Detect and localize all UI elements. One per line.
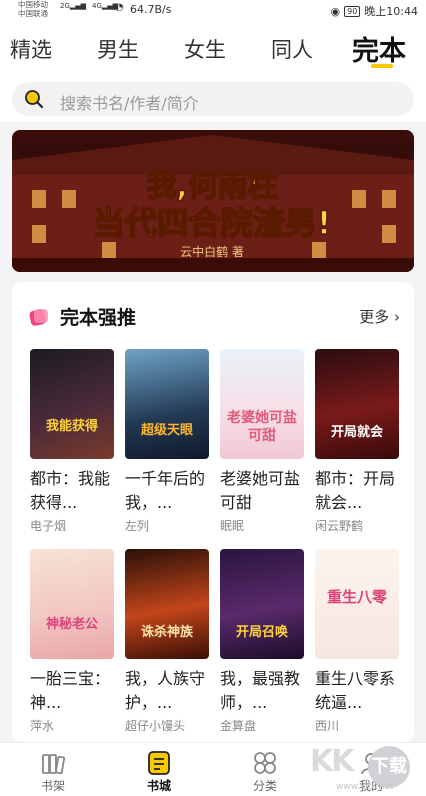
tab-completed[interactable]: 完本 <box>352 29 406 68</box>
cover-title: 超级天眼 <box>140 423 193 438</box>
book-author: 西川 <box>315 719 340 733</box>
kk-watermark: KK 下载 www.kkx.net <box>308 742 426 795</box>
battery-icon: 90 <box>344 5 361 17</box>
book-author: 左列 <box>125 519 150 533</box>
book-cover: 老婆她可盐可甜 <box>220 349 304 459</box>
book-author: 眠眠 <box>220 519 245 533</box>
cover-title: 我能获得 <box>45 419 98 434</box>
carrier-1: 中国移动 <box>18 0 48 9</box>
book-author: 电子烟 <box>30 519 67 533</box>
watermark-brand: KK <box>310 744 354 779</box>
book-author: 金算盘 <box>220 719 257 733</box>
book-title: 重生八零系统逼... <box>315 669 396 712</box>
book-title: 我，人族守护，... <box>125 669 206 712</box>
signal-2-label: 4G <box>92 2 102 10</box>
net-speed: 64.7B/s <box>130 3 172 16</box>
status-bar: 中国移动 中国联通 2G▂▄▆ 4G▂▄▆ ◔ 64.7B/s ◉ 90 晚上1… <box>0 0 426 20</box>
carrier-labels: 中国移动 中国联通 <box>18 0 48 18</box>
book-author: 超仔小馒头 <box>125 719 186 733</box>
book-author: 闲云野鹤 <box>315 519 364 533</box>
book-title: 我，最强教师，... <box>220 669 301 712</box>
search-icon <box>25 90 44 109</box>
tab-male[interactable]: 男生 <box>97 34 139 64</box>
book-title: 都市：我能获得... <box>30 469 111 512</box>
active-tab-indicator <box>371 64 393 68</box>
book-author: 萍水 <box>30 719 55 733</box>
more-label: 更多 <box>359 308 390 326</box>
wifi-icon: ◔ <box>115 2 124 13</box>
signal-icon-1: 2G▂▄▆ <box>60 2 87 10</box>
bookstore-icon <box>148 751 170 775</box>
tab-female[interactable]: 女生 <box>184 34 226 64</box>
cover-title: 神秘老公 <box>45 617 98 632</box>
cover-title: 重生八零 <box>326 588 387 606</box>
cover-title: 开局召唤 <box>235 625 288 640</box>
category-icon <box>254 752 276 774</box>
nav-category[interactable]: 分类 <box>225 743 305 796</box>
tab-featured[interactable]: 精选 <box>10 34 52 64</box>
tab-fanfic[interactable]: 同人 <box>271 34 313 64</box>
book-title: 老婆她可盐可甜 <box>220 469 301 512</box>
nav-label: 分类 <box>252 779 277 793</box>
book-cover: 我能获得 <box>30 349 114 459</box>
cover-title: 诛杀神族 <box>140 625 193 640</box>
nav-bookshelf[interactable]: 书架 <box>13 743 93 796</box>
book-cover: 开局就会 <box>315 349 399 459</box>
book-title: 一千年后的我，... <box>125 469 206 512</box>
book-title: 都市：开局就会... <box>315 469 396 512</box>
book-cover: 超级天眼 <box>125 349 209 459</box>
promo-banner[interactable]: 我,何雨柱 当代四合院渣男! 云中白鹤 著 <box>12 130 414 272</box>
bookmark-tag-icon <box>29 309 48 326</box>
carrier-2: 中国联通 <box>18 9 48 18</box>
book-cover: 重生八零 <box>315 549 399 659</box>
search-area: 搜索书名/作者/简介 <box>0 76 426 122</box>
banner-headline-1: 我,何雨柱 <box>146 169 277 204</box>
banner-author: 云中白鹤 著 <box>180 244 244 259</box>
category-tabs: 精选 男生 女生 同人 完本 <box>0 20 426 76</box>
signal-1-label: 2G <box>60 2 70 10</box>
book-cover: 神秘老公 <box>30 549 114 659</box>
banner-image: 我,何雨柱 当代四合院渣男! 云中白鹤 著 <box>12 130 414 272</box>
nav-label: 书架 <box>40 779 65 793</box>
cover-title: 老婆她可盐可甜 <box>227 410 297 444</box>
book-cover: 开局召唤 <box>220 549 304 659</box>
cover-title: 开局就会 <box>330 425 383 440</box>
clock: 晚上10:44 <box>364 5 418 18</box>
banner-headline-2: 当代四合院渣男! <box>93 204 332 242</box>
more-link[interactable]: 更多 › <box>359 306 400 327</box>
nav-label: 书城 <box>146 779 171 793</box>
eye-icon: ◉ <box>330 4 341 18</box>
watermark-url: www.kkx.net <box>336 782 394 792</box>
chevron-right-icon: › <box>394 308 400 326</box>
search-placeholder: 搜索书名/作者/简介 <box>60 94 199 113</box>
book-cover: 诛杀神族 <box>125 549 209 659</box>
recommend-section: 完本强推 更多 › 我能获得 都市：我能获得... 电子烟 超级天眼 一千年后的… <box>12 282 414 742</box>
search-input[interactable]: 搜索书名/作者/简介 <box>12 82 414 116</box>
nav-bookstore[interactable]: 书城 <box>119 743 199 796</box>
section-title: 完本强推 <box>60 307 137 329</box>
bookshelf-icon <box>42 754 66 775</box>
book-title: 一胎三宝：神... <box>30 669 111 712</box>
status-right: ◉ 90 晚上10:44 <box>331 3 419 19</box>
